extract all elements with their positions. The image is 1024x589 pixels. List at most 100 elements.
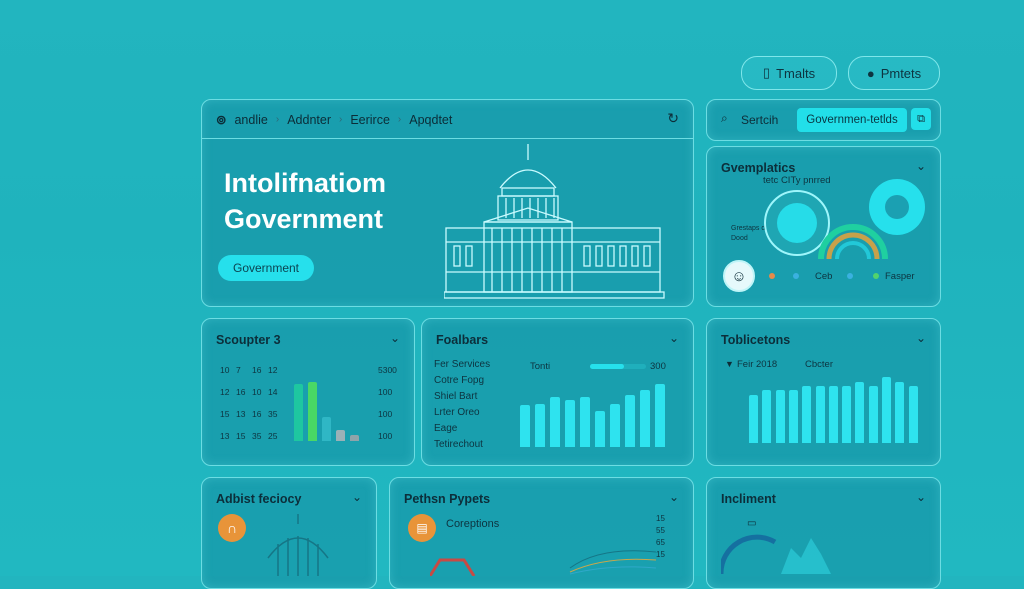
panel-title: Adbist feciocy: [216, 492, 302, 506]
incliment-panel: Incliment ⌄ ▭: [706, 477, 941, 589]
share-icon[interactable]: ⧉: [911, 108, 931, 130]
divider: [202, 138, 693, 139]
hero-title-line1: Intolifnatiom: [224, 168, 386, 198]
bar: [610, 404, 620, 447]
chevron-icon: ›: [275, 114, 280, 125]
nav-item-andlie[interactable]: andlie: [234, 113, 267, 127]
bar: [565, 400, 575, 447]
chevron-icon: ›: [338, 114, 343, 125]
progress-label: Tonti: [530, 361, 551, 372]
adbist-panel: Adbist feciocy ⌄ ∩: [201, 477, 377, 589]
bar: [882, 377, 891, 443]
chevron-down-icon[interactable]: ⌄: [352, 490, 362, 504]
item-list: Fer Services Cotre Fopg Shiel Bart Lrter Or…: [434, 359, 524, 459]
bar: [842, 386, 852, 443]
legend-dot-blue: [793, 273, 799, 279]
bar: [655, 384, 665, 447]
grid-number: 7: [236, 365, 241, 375]
grid-number: 35: [268, 409, 278, 419]
right-number: 15: [656, 514, 665, 523]
dome-icon: [267, 514, 329, 576]
hero-panel: ⊚ andlie › Addnter › Eerirce › Apqdtet ↻…: [201, 99, 694, 307]
right-number: 65: [656, 538, 665, 547]
bar: [762, 390, 772, 443]
legend-dot-blue2: [847, 273, 853, 279]
chevron-down-icon[interactable]: ⌄: [916, 490, 926, 504]
bar: [322, 417, 331, 441]
bar: [535, 404, 545, 447]
right-number: 55: [656, 526, 665, 535]
chevron-down-icon[interactable]: ⌄: [916, 331, 926, 345]
nav-item-addnter[interactable]: Addnter: [287, 113, 331, 127]
legend-dot-orange: [769, 273, 775, 279]
right-number: 5300: [378, 365, 397, 375]
grid-number: 14: [268, 387, 278, 397]
page-icon: ▯: [762, 65, 771, 80]
panel-title: Pethsn Pypets: [404, 492, 491, 506]
legend-2: Cbcter: [805, 359, 833, 370]
panel-title: Incliment: [721, 492, 776, 506]
capitol-building-illustration: [444, 144, 665, 299]
grid-number: 12: [220, 387, 230, 397]
chevron-down-icon[interactable]: ⌄: [916, 159, 926, 173]
right-values: 15 55 65 15: [656, 514, 682, 574]
government-button[interactable]: Government: [218, 255, 314, 281]
bar: [855, 382, 865, 443]
grid-number: 13: [236, 409, 246, 419]
bar: [908, 386, 918, 443]
chevron-down-icon[interactable]: ⌄: [669, 490, 679, 504]
pethsn-panel: Pethsn Pypets ⌄ ▤ Coreptions 15 55 65 15: [389, 477, 694, 589]
radial-chart-graphic: [764, 179, 925, 260]
brand-icon: ⊚: [216, 113, 227, 127]
right-values: 5300 100 100 100: [378, 365, 408, 445]
grid-number: 16: [252, 365, 262, 375]
toblicetons-panel: Toblicetons ⌄ ▼ Feir 2018 Cbcter: [706, 318, 941, 466]
right-number: 100: [378, 409, 393, 419]
grid-number: 12: [268, 365, 278, 375]
avatar[interactable]: ☺: [723, 260, 755, 292]
list-item: Fer Services: [434, 359, 491, 370]
bar-chart: [520, 379, 678, 447]
grid-number: 13: [220, 431, 230, 441]
panel-title: Gvemplatics: [721, 161, 796, 175]
search-button[interactable]: Governmen-tetlds: [797, 108, 907, 132]
foalbars-panel: Foalbars ⌄ Fer Services Cotre Fopg Shiel B…: [421, 318, 694, 466]
bar: [775, 390, 785, 443]
tmalts-button[interactable]: ▯ Tmalts: [741, 56, 837, 90]
nav-item-apqdtet[interactable]: Apqdtet: [409, 113, 452, 127]
progress-track: [590, 364, 646, 369]
chevron-down-icon[interactable]: ⌄: [390, 331, 400, 345]
grid-number: 25: [268, 431, 278, 441]
refresh-icon[interactable]: ↻: [667, 110, 679, 127]
right-number: 15: [656, 550, 665, 559]
pmtets-button[interactable]: ● Pmtets: [848, 56, 940, 90]
legend-marker: ▼: [725, 359, 734, 369]
number-grid: 10 7 16 12 12 16 10 14 15 13 16 35 13 15 35 25: [220, 365, 290, 445]
hero-title-line2: Government: [224, 204, 384, 234]
nav-item-eerirce[interactable]: Eerirce: [350, 113, 390, 127]
line-chart-graphic: [430, 550, 656, 576]
bar: [294, 384, 303, 441]
grid-number: 10: [252, 387, 262, 397]
search-icon: ⌕: [721, 111, 728, 125]
search-panel: ⌕ Sertcih Governmen-tetlds ⧉: [706, 99, 941, 141]
right-number: 100: [378, 431, 393, 441]
grid-number: 35: [252, 431, 262, 441]
panel-title: Scoupter 3: [216, 333, 281, 347]
bar: [520, 405, 530, 447]
legend-dot-green: [873, 273, 879, 279]
bar: [595, 411, 605, 447]
micro-label-2: Dood: [731, 235, 748, 242]
bar: [788, 390, 798, 443]
search-input[interactable]: Sertcih: [741, 113, 778, 127]
gov-analytics-panel: Gvemplatics ⌄ tetc CITy pnrred Grestaps …: [706, 146, 941, 307]
bar: [336, 430, 345, 441]
badge-icon: ∩: [218, 514, 246, 542]
tmalts-label: Tmalts: [776, 65, 816, 81]
apple-icon: ●: [866, 65, 875, 81]
legend-ceb: Ceb: [815, 271, 833, 282]
bar: [802, 386, 812, 443]
chevron-down-icon[interactable]: ⌄: [669, 331, 679, 345]
legend-1: Feir 2018: [737, 359, 778, 370]
bar-chart: [749, 373, 925, 443]
